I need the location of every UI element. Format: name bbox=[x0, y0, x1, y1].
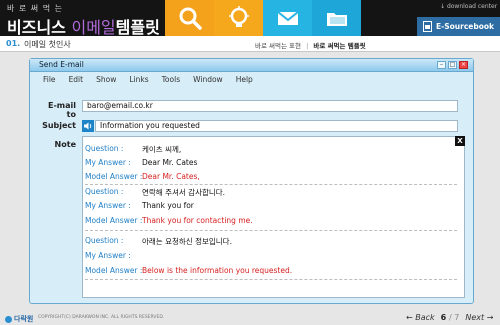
question-label: Question : bbox=[85, 236, 124, 245]
breadcrumb-separator: | bbox=[306, 42, 309, 50]
my-answer-text[interactable]: Thank you for bbox=[142, 201, 194, 210]
breadcrumb-item-templates[interactable]: 바로 써먹는 템플릿 bbox=[313, 42, 365, 50]
mail-tile[interactable] bbox=[263, 0, 312, 36]
copyright-text: COPYRIGHT(C) DARAKWON INC. ALL RIGHTS RE… bbox=[38, 315, 165, 320]
next-label: Next bbox=[465, 313, 485, 322]
section-number: 01. bbox=[6, 39, 21, 48]
search-icon bbox=[179, 7, 202, 30]
page-navigation: ← Back 6 / 7 Next → bbox=[406, 313, 493, 322]
brand-part-1: 비즈니스 bbox=[7, 18, 66, 37]
model-answer-label: Model Answer : bbox=[85, 172, 143, 181]
menu-links[interactable]: Links bbox=[129, 75, 148, 84]
my-answer-label: My Answer : bbox=[85, 158, 131, 167]
window-controls: – □ × bbox=[437, 61, 468, 69]
menu-bar: File Edit Show Links Tools Window Help bbox=[30, 72, 473, 86]
menu-help[interactable]: Help bbox=[236, 75, 253, 84]
logo-mark-icon bbox=[5, 315, 12, 323]
menu-file[interactable]: File bbox=[43, 75, 56, 84]
note-label: Note bbox=[54, 140, 76, 149]
page-current: 6 bbox=[440, 313, 447, 322]
subject-label: Subject bbox=[42, 121, 76, 130]
window-titlebar: Send E-mail – □ × bbox=[30, 59, 473, 72]
download-center-label: download center bbox=[446, 3, 498, 10]
footer: 다락원 COPYRIGHT(C) DARAKWON INC. ALL RIGHT… bbox=[0, 311, 500, 325]
maximize-button[interactable]: □ bbox=[448, 61, 457, 69]
my-answer-label: My Answer : bbox=[85, 201, 131, 210]
note-area[interactable]: X Question : 케이츠 씨께, My Answer : Dear Mr… bbox=[82, 136, 465, 298]
lightbulb-tile[interactable] bbox=[214, 0, 263, 36]
book-icon bbox=[423, 21, 432, 32]
question-label: Question : bbox=[85, 144, 124, 153]
section-title: 이메일 첫인사 bbox=[24, 40, 71, 49]
series-label: 바 로 써 먹 는 bbox=[7, 4, 63, 13]
publisher-logo: 다락원 bbox=[5, 314, 33, 324]
menu-window[interactable]: Window bbox=[193, 75, 223, 84]
breadcrumb-item-expressions[interactable]: 바로 써먹는 표현 bbox=[255, 42, 301, 50]
audio-icon bbox=[84, 122, 92, 130]
model-answer-label: Model Answer : bbox=[85, 266, 143, 275]
subject-field[interactable]: Information you requested bbox=[95, 120, 458, 132]
question-label: Question : bbox=[85, 187, 124, 196]
email-to-field[interactable]: baro@email.co.kr bbox=[82, 100, 458, 112]
model-answer-label: Model Answer : bbox=[85, 216, 143, 225]
send-email-window: Send E-mail – □ × File Edit Show Links T… bbox=[29, 58, 474, 304]
model-answer-text: Below is the information you requested. bbox=[142, 266, 293, 275]
model-answer-text: Dear Mr. Cates, bbox=[142, 172, 200, 181]
window-title: Send E-mail bbox=[39, 60, 84, 69]
next-button[interactable]: Next → bbox=[465, 313, 493, 322]
esourcebook-button[interactable]: E-Sourcebook bbox=[417, 17, 500, 36]
speaker-icon[interactable] bbox=[82, 120, 94, 132]
email-to-label: E-mail to bbox=[47, 101, 76, 119]
page-indicator: 6 / 7 bbox=[441, 313, 460, 322]
back-button[interactable]: ← Back bbox=[406, 313, 435, 322]
page-total: / 7 bbox=[449, 313, 460, 322]
back-label: Back bbox=[415, 313, 435, 322]
close-note-button[interactable]: X bbox=[455, 136, 465, 146]
download-center-link[interactable]: ↓ download center bbox=[440, 3, 497, 10]
brand-part-2: 이메일 bbox=[71, 18, 116, 37]
folder-icon bbox=[326, 13, 347, 26]
divider bbox=[85, 279, 457, 280]
mail-icon bbox=[276, 11, 299, 25]
top-banner: 바 로 써 먹 는 비즈니스 이메일템플릿 ↓ download center bbox=[0, 0, 500, 38]
question-text: 아래는 요청하신 정보입니다. bbox=[142, 237, 232, 246]
esourcebook-label: E-Sourcebook bbox=[436, 22, 495, 31]
menu-show[interactable]: Show bbox=[96, 75, 116, 84]
my-answer-text[interactable]: Dear Mr. Cates bbox=[142, 158, 197, 167]
menu-edit[interactable]: Edit bbox=[69, 75, 84, 84]
menu-tools[interactable]: Tools bbox=[162, 75, 180, 84]
question-text: 케이츠 씨께, bbox=[142, 145, 182, 154]
section-bar: 01. 이메일 첫인사 바로 써먹는 표현 | 바로 써먹는 템플릿 bbox=[0, 36, 500, 52]
brand-part-3: 템플릿 bbox=[115, 18, 160, 37]
question-text: 연락해 주셔서 감사합니다. bbox=[142, 188, 226, 197]
divider bbox=[85, 184, 457, 185]
minimize-button[interactable]: – bbox=[437, 61, 446, 69]
divider bbox=[85, 230, 457, 231]
lightbulb-icon bbox=[228, 6, 249, 27]
logo-text: 다락원 bbox=[14, 315, 34, 323]
close-window-button[interactable]: × bbox=[459, 61, 468, 69]
app-title: 비즈니스 이메일템플릿 bbox=[7, 14, 160, 38]
model-answer-text: Thank you for contacting me. bbox=[142, 216, 253, 225]
search-tile[interactable] bbox=[165, 0, 214, 36]
my-answer-label: My Answer : bbox=[85, 251, 131, 260]
breadcrumb: 바로 써먹는 표현 | 바로 써먹는 템플릿 bbox=[255, 40, 366, 50]
folder-tile[interactable] bbox=[312, 0, 361, 36]
